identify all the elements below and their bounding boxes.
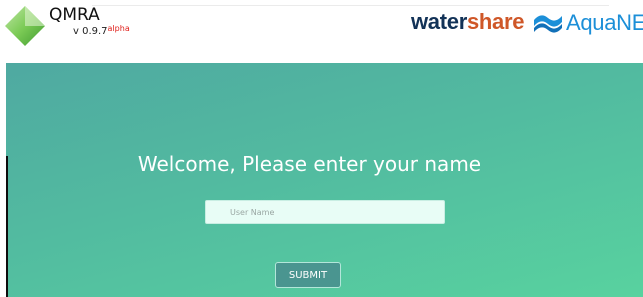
app-version: v 0.9.7alpha bbox=[73, 24, 130, 38]
welcome-heading: Welcome, Please enter your name bbox=[137, 152, 482, 176]
panel-edge bbox=[6, 156, 8, 297]
version-number: v 0.9.7 bbox=[73, 26, 108, 37]
app-header: QMRA v 0.9.7alpha watershare AquaNES bbox=[0, 0, 643, 62]
watershare-main: water bbox=[411, 9, 467, 34]
username-input[interactable] bbox=[205, 200, 445, 224]
watershare-logo: watershare bbox=[411, 9, 525, 35]
version-tag: alpha bbox=[107, 24, 130, 33]
watershare-accent: share bbox=[466, 9, 525, 34]
header-divider bbox=[92, 5, 609, 6]
green-diamond-icon bbox=[5, 6, 45, 46]
aquanes-logo: AquaNES bbox=[566, 10, 643, 35]
water-waves-icon bbox=[534, 15, 562, 33]
app-title: QMRA bbox=[49, 5, 100, 25]
submit-button[interactable]: SUBMIT bbox=[275, 262, 341, 288]
